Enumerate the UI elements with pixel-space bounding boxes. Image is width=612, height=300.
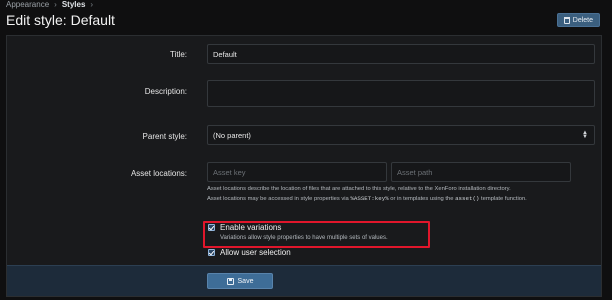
asset-locations-hint: Asset locations describe the location of… bbox=[207, 185, 527, 204]
parent-style-value: (No parent) bbox=[213, 130, 251, 140]
allow-user-selection-checkbox[interactable] bbox=[208, 249, 215, 256]
asset-hint-line1: Asset locations describe the location of… bbox=[207, 186, 511, 192]
title-input[interactable]: Default bbox=[207, 44, 595, 64]
asset-key-input[interactable]: Asset key bbox=[207, 162, 387, 182]
select-arrows-icon: ▲ ▼ bbox=[582, 130, 588, 140]
breadcrumb: Appearance › Styles › bbox=[6, 0, 93, 9]
description-textarea[interactable] bbox=[207, 80, 595, 107]
breadcrumb-separator: › bbox=[54, 0, 57, 9]
asset-path-input[interactable]: Asset path bbox=[391, 162, 571, 182]
asset-locations-label: Asset locations: bbox=[130, 169, 187, 178]
form-footer: Save bbox=[7, 265, 601, 296]
title-label: Title: bbox=[169, 50, 187, 59]
highlight-box bbox=[203, 221, 430, 248]
delete-button-label: Delete bbox=[572, 16, 593, 24]
trash-icon bbox=[563, 16, 570, 24]
parent-style-label: Parent style: bbox=[142, 132, 187, 141]
delete-button[interactable]: Delete bbox=[556, 13, 600, 27]
save-button-label: Save bbox=[237, 277, 254, 285]
breadcrumb-separator: › bbox=[90, 0, 94, 9]
breadcrumb-styles[interactable]: Styles bbox=[62, 0, 86, 9]
description-label: Description: bbox=[144, 87, 187, 96]
asset-hint-line2: Asset locations may be accessed in style… bbox=[207, 195, 527, 202]
breadcrumb-appearance[interactable]: Appearance bbox=[6, 0, 49, 9]
save-button[interactable]: Save bbox=[207, 273, 273, 289]
allow-user-selection-label[interactable]: Allow user selection bbox=[220, 248, 291, 257]
style-form: Title: Default Description: Parent style… bbox=[6, 35, 602, 297]
parent-style-select[interactable]: (No parent) ▲ ▼ bbox=[207, 125, 595, 145]
page-title: Edit style: Default bbox=[6, 12, 115, 28]
save-icon bbox=[226, 277, 234, 285]
